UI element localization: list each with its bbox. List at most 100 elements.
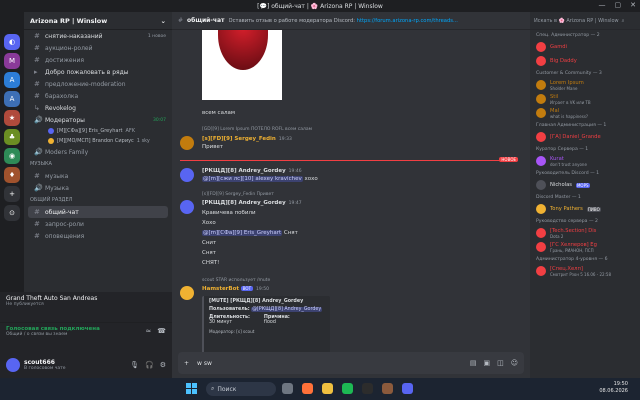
- sticker-icon[interactable]: ◫: [497, 359, 504, 367]
- member-item[interactable]: Lorem Ipsum Sholder Mane: [530, 78, 640, 92]
- member-item[interactable]: [ГА] Daniel_Grande: [530, 130, 640, 144]
- member-item[interactable]: [Спец.Хелп] Смотрит Рзон 5 16.06 - 22:58: [530, 264, 640, 278]
- server-icon[interactable]: A: [4, 72, 20, 88]
- microphone-icon[interactable]: 🎙: [130, 361, 139, 369]
- avatar: [536, 94, 546, 104]
- chevron-down-icon[interactable]: ⌄: [161, 17, 166, 25]
- window-titlebar: [💬] общий-чат | 🌸 Arizona RP | Winslow —…: [0, 0, 640, 12]
- avatar-app-icon[interactable]: [382, 383, 393, 394]
- server-icon[interactable]: ◉: [4, 148, 20, 164]
- firefox-icon[interactable]: [302, 383, 313, 394]
- server-icon[interactable]: A: [4, 91, 20, 107]
- channel-item[interactable]: # оповещения: [24, 230, 172, 242]
- task-view-icon[interactable]: [282, 383, 293, 394]
- disconnect-icon[interactable]: ☎: [157, 327, 166, 335]
- embed-footer: Модератор: [s] scout: [209, 329, 255, 334]
- voice-channel[interactable]: 🔊 Модераторы 30:07: [24, 114, 172, 126]
- server-icon[interactable]: M: [4, 53, 20, 69]
- steam-icon[interactable]: [362, 383, 373, 394]
- channel-item[interactable]: # достижения: [24, 54, 172, 66]
- noise-suppression-icon[interactable]: ≈: [145, 327, 151, 335]
- message-list: всем салам [GD][9] Lorem Ipsum ПОТЕЛО RO…: [172, 30, 530, 352]
- category-header[interactable]: МУЗЫКА: [24, 158, 172, 170]
- member-list: Искать в 🌸 Arizona RP | Winslow ⌕ Спец. А…: [530, 12, 640, 378]
- channel-item-active[interactable]: # общий-чат: [28, 206, 168, 218]
- add-server-icon[interactable]: +: [4, 186, 20, 202]
- username: scout666: [24, 359, 55, 366]
- server-icon[interactable]: ◐: [4, 34, 20, 50]
- discord-icon[interactable]: [402, 383, 413, 394]
- message-text: Снит: [202, 240, 217, 246]
- message-header: [РКЩД][8] Andrey_Gordey 19:46: [202, 168, 302, 174]
- channel-item[interactable]: # барахолка: [24, 90, 172, 102]
- gift-icon[interactable]: ▤: [470, 359, 477, 367]
- avatar[interactable]: [180, 168, 194, 182]
- close-icon[interactable]: ✕: [630, 1, 636, 9]
- member-item[interactable]: [ГС Хелперов] Eg Грань, РИАНОН, ПСП: [530, 240, 640, 254]
- spotify-icon[interactable]: [342, 383, 353, 394]
- member-item[interactable]: Nicholas MOPS: [530, 178, 640, 192]
- server-icon[interactable]: ♦: [4, 167, 20, 183]
- channel-item[interactable]: # предложение-moderation: [24, 78, 172, 90]
- member-category: Спец. Администратор — 2: [536, 32, 600, 38]
- avatar[interactable]: [180, 286, 194, 300]
- file-explorer-icon[interactable]: [322, 383, 333, 394]
- composer-input[interactable]: w sw: [197, 360, 212, 367]
- reply-preview[interactable]: [GD][9] Lorem Ipsum ПОТЕЛО ROFL всем сал…: [202, 127, 312, 132]
- channel-item[interactable]: # запрос-роли: [24, 218, 172, 230]
- member-item[interactable]: Big Daddy: [530, 54, 640, 68]
- user-panel: scout666 В голосовом чате 🎙 🎧 ⚙: [0, 352, 172, 378]
- hash-icon: #: [178, 17, 184, 24]
- topic-link[interactable]: https://forum.arizona-rp.com/threads...: [357, 18, 458, 24]
- user-mention[interactable]: @[m][сжи лс][10] alexey kravichev: [202, 176, 303, 182]
- new-messages-divider: НОВОЕ: [180, 157, 518, 162]
- category-header[interactable]: ОБЩИЙ РАЗДЕЛ: [24, 194, 172, 206]
- voice-user[interactable]: [M][МО/МСП] Brandon Сириус 1 sky: [24, 136, 172, 146]
- member-search[interactable]: Искать в 🌸 Arizona RP | Winslow ⌕: [530, 12, 640, 30]
- taskbar-clock[interactable]: 19:50 08.06.2026: [599, 381, 628, 395]
- member-item[interactable]: Stil Играет в VK или ТВ: [530, 92, 640, 106]
- avatar[interactable]: [180, 136, 194, 150]
- channel-item[interactable]: ↳ Revokelog: [24, 102, 172, 114]
- member-category: Администратор 4-уровня — 6: [536, 256, 608, 262]
- headphones-icon[interactable]: 🎧: [145, 361, 154, 369]
- user-mention[interactable]: @[РКЩД][8] Andrey_Gordey: [251, 307, 323, 312]
- user-status: В голосовом чате: [24, 366, 66, 371]
- minimize-icon[interactable]: —: [599, 1, 606, 9]
- command-preview[interactable]: scout STAR использует /mute: [202, 278, 270, 283]
- channel-item[interactable]: # снятие-наказаний 1 новое: [24, 30, 172, 42]
- member-category: Главная Администрация — 1: [536, 122, 607, 128]
- voice-user[interactable]: [M][СФа][9] Eris_Greyhart AFK: [24, 126, 172, 136]
- emoji-icon[interactable]: ☺: [511, 359, 518, 367]
- connection-sub[interactable]: Общий / о связи вы знаем: [6, 332, 166, 337]
- reply-preview[interactable]: [s][FD][9] Sergey_Fedin Привет: [202, 192, 274, 197]
- explore-icon[interactable]: ⊙: [4, 205, 20, 221]
- avatar[interactable]: [180, 200, 194, 214]
- channel-item[interactable]: 🔊 Музыка: [24, 182, 172, 194]
- windows-start-icon[interactable]: [186, 383, 197, 394]
- voice-channel[interactable]: 🔊 Moders Family: [24, 146, 172, 158]
- message-text: Привет: [202, 144, 224, 150]
- avatar[interactable]: [6, 358, 20, 372]
- server-icon[interactable]: ★: [4, 110, 20, 126]
- guild-header[interactable]: Arizona RP | Winslow ⌄: [24, 12, 172, 30]
- member-item[interactable]: [Tech.Section] Dis Dota 2: [530, 226, 640, 240]
- channel-item[interactable]: ▸ Добро пожаловать в ряды: [24, 66, 172, 78]
- image-attachment[interactable]: [202, 30, 282, 100]
- channel-item[interactable]: # музыка: [24, 170, 172, 182]
- member-item[interactable]: Kurat don't trust anyone: [530, 154, 640, 168]
- user-mention[interactable]: @[m][СФа][9] Eris_Greyhart: [202, 230, 283, 236]
- gif-icon[interactable]: ▣: [483, 359, 490, 367]
- channel-item[interactable]: # аукцион-ролей: [24, 42, 172, 54]
- server-icon[interactable]: ♣: [4, 129, 20, 145]
- avatar: [536, 156, 546, 166]
- message-composer[interactable]: + w sw ▤ ▣ ◫ ☺: [178, 352, 524, 374]
- member-item[interactable]: Gamdi: [530, 40, 640, 54]
- member-item[interactable]: Tony Pathers ПИВО: [530, 202, 640, 216]
- member-item[interactable]: Mal what is happiness?: [530, 106, 640, 120]
- message-header: [s][FD][9] Sergey_Fedin 19:33: [202, 136, 292, 142]
- taskbar-search[interactable]: ⌕ Поиск: [206, 382, 276, 396]
- gear-icon[interactable]: ⚙: [160, 361, 166, 369]
- maximize-icon[interactable]: ▢: [615, 1, 622, 9]
- add-attachment-icon[interactable]: +: [184, 360, 189, 367]
